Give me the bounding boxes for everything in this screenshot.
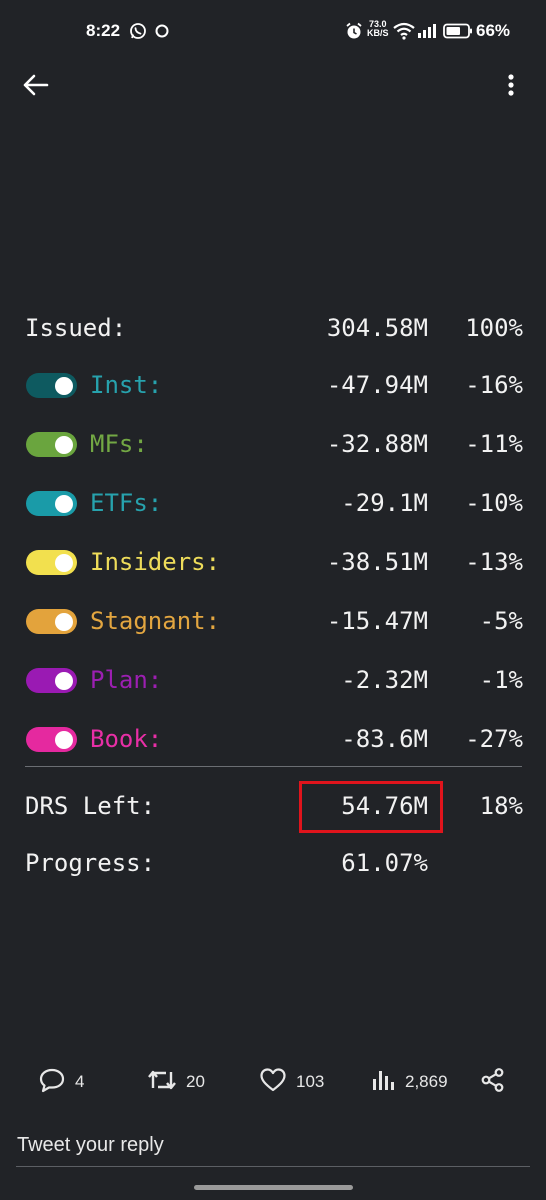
views-icon: [370, 1067, 405, 1098]
like-button[interactable]: 103: [259, 1067, 325, 1098]
status-bar: 8:22 73.0 KB/S 66%: [0, 0, 546, 62]
stat-row-etfs: ETFs: -29.1M -10%: [0, 483, 546, 523]
mfs-percent: -11%: [465, 430, 523, 458]
reply-input[interactable]: Tweet your reply: [0, 1122, 546, 1168]
issued-row: Issued: 304.58M 100%: [0, 308, 546, 348]
toggle-knob: [55, 435, 73, 454]
toggle-knob: [55, 553, 73, 572]
toggle-knob: [55, 376, 73, 395]
progress-value: 61.07%: [341, 849, 428, 877]
inst-toggle[interactable]: [26, 373, 77, 398]
stagnant-value: -15.47M: [326, 607, 428, 635]
reply-count: 4: [75, 1072, 85, 1091]
issued-value: 304.58M: [326, 314, 428, 342]
issued-percent: 100%: [465, 314, 523, 342]
stat-row-plan: Plan: -2.32M -1%: [0, 660, 546, 700]
book-label: Book:: [90, 725, 163, 753]
inst-percent: -16%: [465, 371, 523, 399]
mfs-toggle[interactable]: [26, 432, 77, 457]
stat-row-stagnant: Stagnant: -15.47M -5%: [0, 601, 546, 641]
share-button[interactable]: [480, 1067, 515, 1098]
alarm-icon: [345, 22, 363, 45]
book-value: -83.6M: [341, 725, 428, 753]
status-time: 8:22: [86, 21, 121, 40]
toggle-knob: [55, 671, 73, 690]
reply-placeholder: Tweet your reply: [17, 1134, 164, 1156]
stat-row-insiders: Insiders: -38.51M -13%: [0, 542, 546, 582]
home-indicator[interactable]: [194, 1185, 353, 1190]
etfs-percent: -10%: [465, 489, 523, 517]
stagnant-toggle[interactable]: [26, 609, 77, 634]
toggle-knob: [55, 612, 73, 631]
battery-icon: [443, 22, 473, 45]
views-button[interactable]: 2,869: [370, 1068, 448, 1096]
stagnant-label: Stagnant:: [90, 607, 221, 635]
drs-left-row: DRS Left: 54.76M 18%: [0, 786, 546, 826]
etfs-label: ETFs:: [90, 489, 163, 517]
retweet-count: 20: [186, 1072, 205, 1091]
reply-button[interactable]: 4: [38, 1068, 84, 1096]
circle-notification-icon: [154, 22, 170, 45]
insiders-toggle[interactable]: [26, 550, 77, 575]
share-icon: [480, 1067, 515, 1098]
more-options-button[interactable]: [500, 70, 522, 100]
battery-percent: 66%: [476, 21, 511, 40]
reply-icon: [38, 1067, 75, 1098]
drs-left-highlight-box: [299, 781, 443, 833]
toggle-knob: [55, 730, 73, 749]
wifi-icon: [393, 22, 415, 45]
like-icon: [259, 1067, 296, 1098]
divider: [25, 766, 522, 767]
network-speed-unit: KB/S: [367, 28, 389, 38]
issued-label: Issued:: [25, 314, 127, 342]
stat-row-book: Book: -83.6M -27%: [0, 719, 546, 759]
plan-label: Plan:: [90, 666, 163, 694]
etfs-value: -29.1M: [341, 489, 428, 517]
views-count: 2,869: [405, 1072, 448, 1091]
plan-value: -2.32M: [341, 666, 428, 694]
network-speed: 73.0 KB/S: [367, 20, 389, 38]
stat-row-mfs: MFs: -32.88M -11%: [0, 424, 546, 464]
book-toggle[interactable]: [26, 727, 77, 752]
mfs-value: -32.88M: [326, 430, 428, 458]
more-vertical-icon: [500, 74, 522, 104]
insiders-label: Insiders:: [90, 548, 221, 576]
plan-percent: -1%: [479, 666, 523, 694]
back-button[interactable]: [20, 70, 56, 100]
inst-value: -47.94M: [326, 371, 428, 399]
retweet-button[interactable]: 20: [147, 1068, 205, 1096]
whatsapp-icon: [129, 22, 147, 45]
progress-row: Progress: 61.07%: [0, 843, 546, 883]
retweet-icon: [147, 1067, 186, 1098]
plan-toggle[interactable]: [26, 668, 77, 693]
back-arrow-icon: [20, 74, 50, 104]
book-percent: -27%: [465, 725, 523, 753]
drs-left-percent: 18%: [479, 792, 523, 820]
stagnant-percent: -5%: [479, 607, 523, 635]
reply-underline: [16, 1166, 530, 1167]
etfs-toggle[interactable]: [26, 491, 77, 516]
tweet-action-bar: 4 20 103 2,869: [0, 1062, 546, 1102]
insiders-percent: -13%: [465, 548, 523, 576]
inst-label: Inst:: [90, 371, 163, 399]
top-nav: [0, 64, 546, 108]
like-count: 103: [296, 1072, 325, 1091]
signal-icon: [417, 22, 437, 45]
progress-label: Progress:: [25, 849, 156, 877]
drs-left-label: DRS Left:: [25, 792, 156, 820]
toggle-knob: [55, 494, 73, 513]
mfs-label: MFs:: [90, 430, 148, 458]
stat-row-inst: Inst: -47.94M -16%: [0, 365, 546, 405]
insiders-value: -38.51M: [326, 548, 428, 576]
